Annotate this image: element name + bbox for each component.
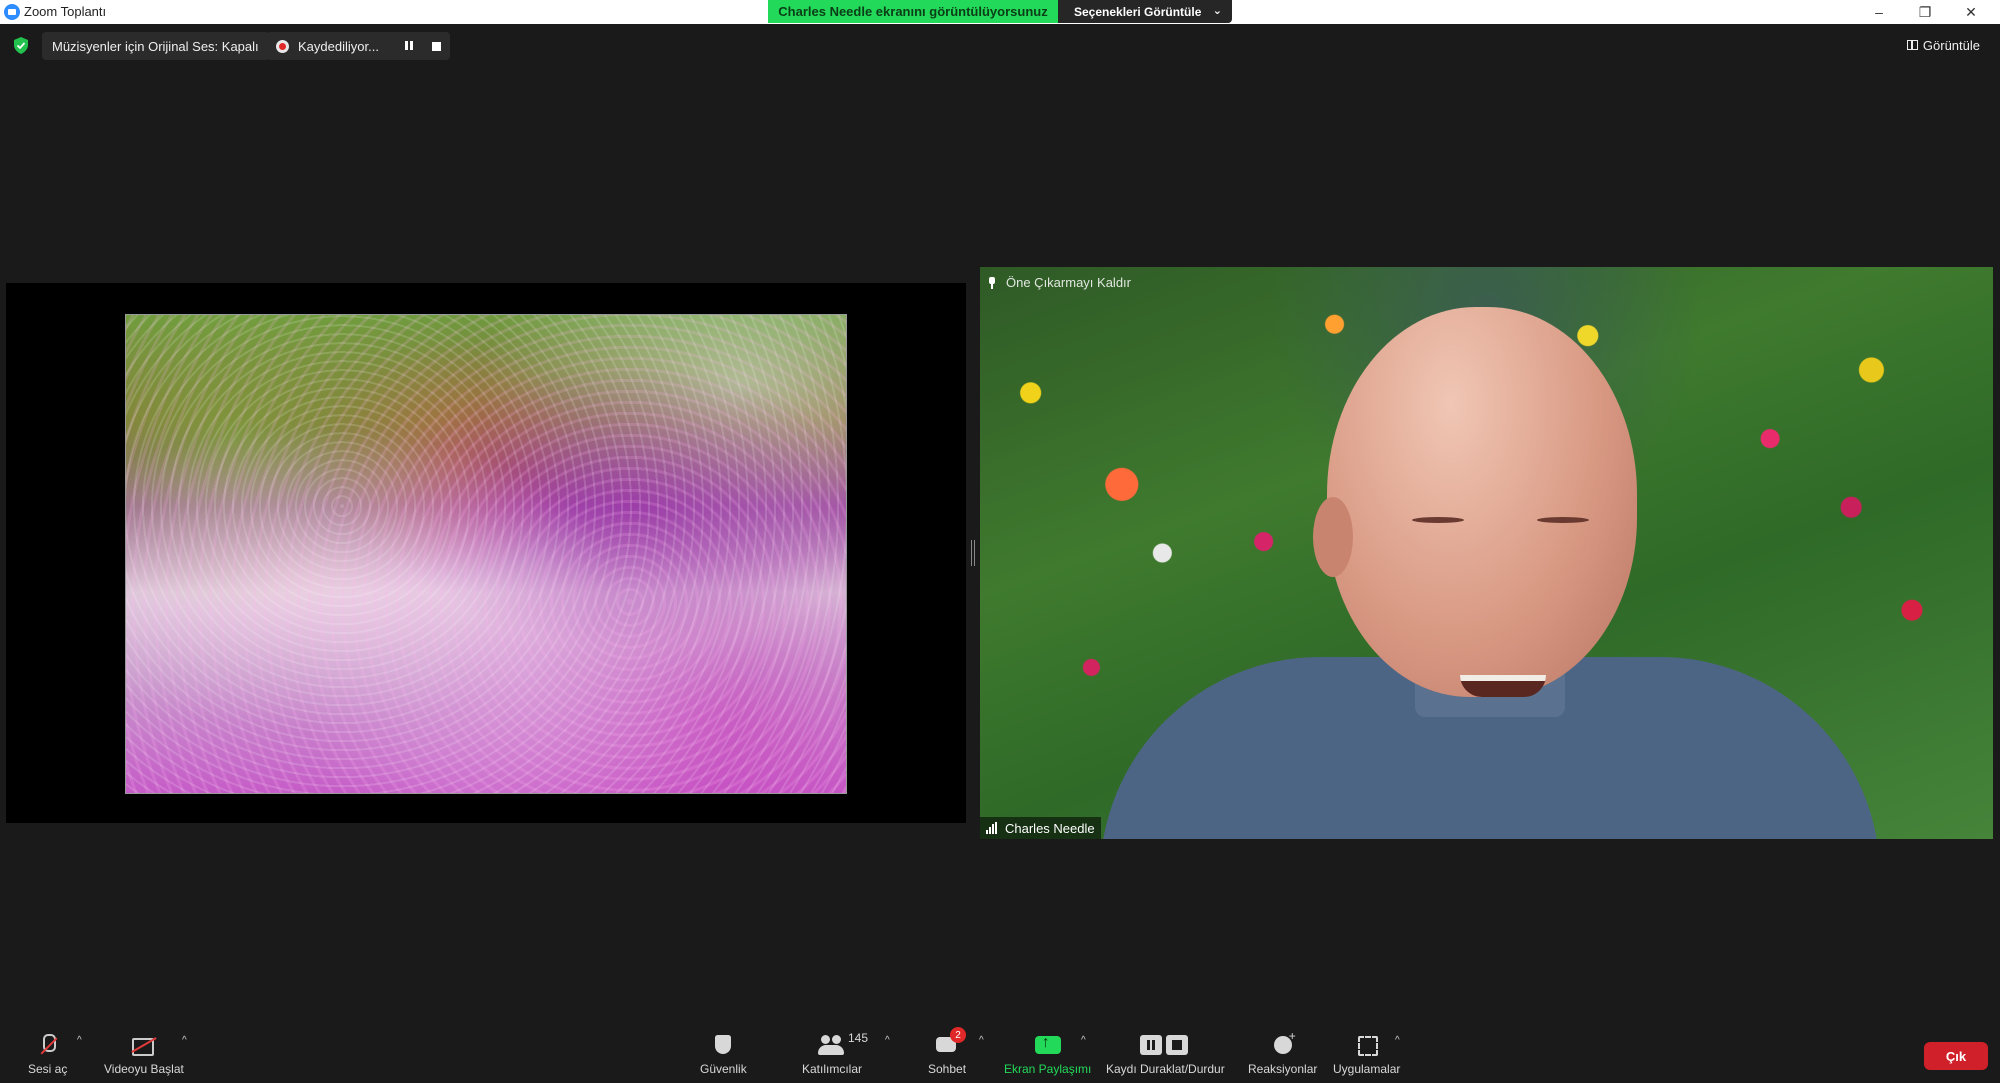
security-button[interactable]: Güvenlik (700, 1033, 747, 1081)
pause-icon[interactable] (398, 35, 420, 57)
view-label: Görüntüle (1922, 37, 1980, 53)
share-screen-label: Ekran Paylaşımı (1004, 1062, 1092, 1076)
participant-eye (1537, 517, 1589, 523)
leave-button[interactable]: Çık (1924, 1042, 1988, 1070)
camera-off-icon (130, 1033, 158, 1057)
grid-view-icon (1906, 40, 1918, 50)
recording-indicator: Kaydediliyor... (266, 32, 450, 60)
shared-screen (6, 283, 966, 823)
signal-icon (986, 822, 1000, 834)
meeting-toolbar: Sesi aç ^ Videoyu Başlat ^ Güvenlik 145 … (0, 1023, 2000, 1083)
participant-mouth (1460, 675, 1546, 697)
participant-name-tag: Charles Needle (980, 817, 1101, 839)
view-options-dropdown[interactable]: Seçenekleri Görüntüle ⌄ (1058, 0, 1232, 23)
start-video-label: Videoyu Başlat (104, 1062, 184, 1076)
audio-options-caret[interactable]: ^ (77, 1035, 82, 1046)
record-controls-label: Kaydı Duraklat/Durdur (1106, 1062, 1225, 1076)
share-screen-icon (1034, 1033, 1062, 1057)
unpin-label: Öne Çıkarmayı Kaldır (1006, 275, 1131, 290)
share-options-caret[interactable]: ^ (1081, 1035, 1086, 1046)
mic-muted-icon (34, 1033, 62, 1057)
window-title: Zoom Toplantı (24, 4, 107, 19)
participant-name: Charles Needle (1005, 820, 1095, 836)
shared-flower-photo (125, 314, 847, 794)
participants-label: Katılımcılar (802, 1062, 863, 1076)
view-button[interactable]: Görüntüle (1899, 32, 1988, 58)
participants-count: 145 (848, 1031, 869, 1045)
chat-badge: 2 (950, 1027, 967, 1043)
shield-icon[interactable] (13, 37, 29, 54)
reactions-label: Reaksiyonlar (1248, 1062, 1318, 1076)
pause-stop-record-icon (1138, 1033, 1192, 1057)
participants-icon: 145 (818, 1031, 868, 1057)
reactions-icon (1269, 1029, 1297, 1057)
unmute-button[interactable]: Sesi aç (28, 1033, 67, 1081)
chat-icon: 2 (933, 1027, 967, 1057)
participants-button[interactable]: 145 Katılımcılar (802, 1031, 868, 1081)
stop-icon[interactable] (425, 35, 447, 57)
restore-button[interactable]: ❐ (1902, 0, 1948, 24)
reactions-button[interactable]: Reaksiyonlar (1248, 1029, 1318, 1081)
chat-options-caret[interactable]: ^ (979, 1035, 984, 1046)
app-logo-icon (4, 4, 20, 20)
share-screen-button[interactable]: Ekran Paylaşımı (1004, 1033, 1091, 1081)
record-controls-button[interactable]: Kaydı Duraklat/Durdur (1106, 1033, 1225, 1081)
unpin-button[interactable]: Öne Çıkarmayı Kaldır (986, 275, 1131, 290)
apps-button[interactable]: Uygulamalar (1333, 1033, 1400, 1081)
recording-label: Kaydediliyor... (298, 39, 379, 54)
record-icon (276, 40, 289, 53)
participants-options-caret[interactable]: ^ (885, 1035, 890, 1046)
chevron-down-icon: ⌄ (1212, 5, 1222, 17)
screen-share-banner: Charles Needle ekranını görüntülüyorsunu… (768, 0, 1058, 23)
original-sound-toggle[interactable]: Müzisyenler için Orijinal Ses: Kapalı (42, 32, 269, 60)
chat-label: Sohbet (928, 1062, 967, 1076)
apps-options-caret[interactable]: ^ (1395, 1035, 1400, 1046)
pin-icon (986, 276, 998, 289)
participant-head (1313, 307, 1637, 697)
unmute-label: Sesi aç (28, 1062, 68, 1076)
close-button[interactable]: ✕ (1948, 0, 1994, 24)
video-options-caret[interactable]: ^ (182, 1035, 187, 1046)
start-video-button[interactable]: Videoyu Başlat (104, 1033, 184, 1081)
participant-video-tile[interactable]: Öne Çıkarmayı Kaldır Charles Needle (980, 267, 1993, 839)
minimize-button[interactable]: – (1856, 0, 1902, 24)
view-options-label: Seçenekleri Görüntüle (1074, 4, 1202, 19)
chat-button[interactable]: 2 Sohbet (928, 1027, 967, 1081)
security-shield-icon (709, 1033, 737, 1057)
participant-eye (1412, 517, 1464, 523)
security-label: Güvenlik (700, 1062, 747, 1076)
split-divider-handle[interactable] (971, 540, 975, 566)
apps-label: Uygulamalar (1333, 1062, 1401, 1076)
apps-icon (1353, 1033, 1381, 1057)
